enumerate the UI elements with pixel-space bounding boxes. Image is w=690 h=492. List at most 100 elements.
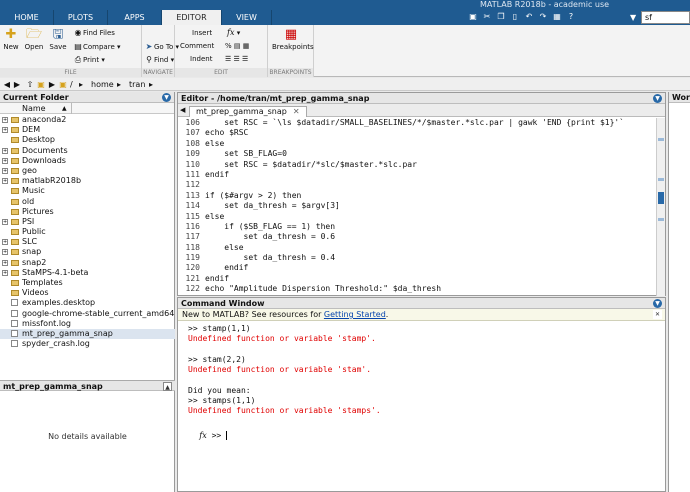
code-line[interactable]: 115 else — [178, 212, 656, 222]
editor-scrollbar[interactable] — [656, 118, 665, 296]
code-line[interactable]: 111 endif — [178, 170, 656, 180]
line-number[interactable]: 117 — [178, 232, 200, 242]
cut-icon[interactable]: ✂ — [482, 12, 492, 22]
close-tab-icon[interactable]: ✕ — [293, 107, 300, 116]
tab-home[interactable]: HOME — [0, 10, 54, 25]
line-number[interactable]: 114 — [178, 201, 200, 211]
file-list-item[interactable]: Templates — [0, 278, 175, 288]
breadcrumb-root[interactable]: / — [70, 78, 73, 91]
file-list-item[interactable]: + StaMPS-4.1-beta — [0, 268, 175, 278]
line-number[interactable]: 115 — [178, 212, 200, 222]
tab-scroll-left-icon[interactable]: ◀ — [180, 106, 185, 114]
expand-icon[interactable]: + — [2, 178, 8, 185]
help-icon[interactable]: ? — [566, 12, 576, 22]
code-line[interactable]: 113 if ($#argv > 2) then — [178, 191, 656, 201]
root-folder-icon[interactable]: ▶ — [47, 78, 57, 91]
line-number[interactable]: 107 — [178, 128, 200, 138]
code-line[interactable]: 114 set da_thresh = $argv[3] — [178, 201, 656, 211]
file-list-item[interactable]: missfont.log — [0, 319, 175, 329]
fx-icon[interactable]: fx — [199, 431, 206, 440]
up-folder-icon[interactable]: ⇧ — [25, 78, 35, 91]
forward-icon[interactable]: ▶ — [12, 78, 22, 91]
expand-icon[interactable]: + — [2, 269, 8, 276]
insert-button[interactable]: Insert — [192, 27, 212, 39]
scroll-thumb[interactable] — [658, 192, 664, 204]
indent-icons[interactable]: ☰ ☰ ☰ — [225, 53, 248, 65]
compare-button[interactable]: ▤Compare ▾ — [73, 41, 120, 53]
find-files-button[interactable]: ◉ Find Files — [73, 27, 115, 39]
expand-icon[interactable]: + — [2, 157, 8, 164]
line-number[interactable]: 123 — [178, 295, 200, 296]
code-line[interactable]: 110 set RSC = $datadir/*slc/$master.*slc… — [178, 160, 656, 170]
redo-icon[interactable]: ↷ — [538, 12, 548, 22]
line-number[interactable]: 119 — [178, 253, 200, 263]
editor-menu-icon[interactable]: ▼ — [653, 94, 662, 103]
expand-icon[interactable]: + — [2, 147, 8, 154]
line-number[interactable]: 110 — [178, 160, 200, 170]
line-number[interactable]: 121 — [178, 274, 200, 284]
save-icon[interactable]: ▣ — [468, 12, 478, 22]
breadcrumb-user[interactable]: tran — [129, 78, 145, 91]
file-list-item[interactable]: + anaconda2 — [0, 115, 175, 125]
file-list-item[interactable]: + SLC — [0, 237, 175, 247]
code-line[interactable]: 120 endif — [178, 263, 656, 273]
editor-tab-mt-prep-gamma-snap[interactable]: mt_prep_gamma_snap ✕ — [189, 106, 307, 117]
file-list-item[interactable]: old — [0, 197, 175, 207]
save-button[interactable]: 🖫 Save — [47, 27, 69, 51]
expand-icon[interactable]: + — [2, 259, 8, 266]
code-line[interactable]: 123 echo "Processing" $prg "patch(es) in … — [178, 295, 656, 296]
code-line[interactable]: 121 endif — [178, 274, 656, 284]
line-number[interactable]: 111 — [178, 170, 200, 180]
line-number[interactable]: 122 — [178, 284, 200, 294]
line-number[interactable]: 112 — [178, 180, 200, 190]
command-window-menu-icon[interactable]: ▼ — [653, 299, 662, 308]
insert-function-button[interactable]: fx ▾ — [227, 27, 240, 39]
breadcrumb-home[interactable]: home — [91, 78, 114, 91]
expand-icon[interactable]: + — [2, 239, 8, 246]
file-list-item[interactable]: + PSI — [0, 217, 175, 227]
back-icon[interactable]: ◀ — [2, 78, 12, 91]
go-to-button[interactable]: ➤ Go To ▾ — [144, 41, 179, 53]
tab-apps[interactable]: APPS — [108, 10, 162, 25]
file-list-item[interactable]: Pictures — [0, 207, 175, 217]
code-line[interactable]: 122 echo "Amplitude Dispersion Threshold:… — [178, 284, 656, 294]
search-documentation-input[interactable]: sf — [641, 11, 690, 24]
file-list-item[interactable]: Public — [0, 227, 175, 237]
undo-icon[interactable]: ↶ — [524, 12, 534, 22]
file-list-item[interactable]: Music — [0, 186, 175, 196]
code-line[interactable]: 116 if ($SB_FLAG == 1) then — [178, 222, 656, 232]
line-number[interactable]: 109 — [178, 149, 200, 159]
copy-icon[interactable]: ❐ — [496, 12, 506, 22]
filter-icon[interactable]: ▼ — [630, 13, 639, 22]
tab-view[interactable]: VIEW — [222, 10, 272, 25]
expand-icon[interactable]: + — [2, 167, 8, 174]
new-button[interactable]: ✚ New — [0, 27, 22, 51]
expand-icon[interactable]: + — [2, 249, 8, 256]
expand-icon[interactable]: + — [2, 117, 8, 123]
code-line[interactable]: 119 set da_thresh = 0.4 — [178, 253, 656, 263]
expand-icon[interactable]: + — [2, 127, 8, 134]
code-line[interactable]: 118 else — [178, 243, 656, 253]
tab-plots[interactable]: PLOTS — [54, 10, 108, 25]
line-number[interactable]: 113 — [178, 191, 200, 201]
comment-icons[interactable]: % ▤ ▦ — [225, 40, 249, 52]
paste-icon[interactable]: ▯ — [510, 12, 520, 22]
close-notification-icon[interactable]: ✕ — [653, 310, 662, 319]
name-column-header[interactable]: Name ▲ — [0, 103, 174, 114]
switch-windows-icon[interactable]: ▦ — [552, 12, 562, 22]
file-list-item[interactable]: + snap — [0, 247, 175, 257]
open-button[interactable]: 🗁 Open — [23, 27, 45, 51]
file-list-item[interactable]: google-chrome-stable_current_amd64.... — [0, 309, 175, 319]
file-list-item[interactable]: Videos — [0, 288, 175, 298]
code-line[interactable]: 109 set SB_FLAG=0 — [178, 149, 656, 159]
code-line[interactable]: 106 set RSC = `\ls $datadir/SMALL_BASELI… — [178, 118, 656, 128]
find-button[interactable]: ⚲ Find ▾ — [144, 54, 174, 66]
print-button[interactable]: ⎙ Print ▾ — [73, 54, 105, 66]
line-number[interactable]: 116 — [178, 222, 200, 232]
file-list-item[interactable]: + snap2 — [0, 258, 175, 268]
code-line[interactable]: 117 set da_thresh = 0.6 — [178, 232, 656, 242]
code-area[interactable]: 106 set RSC = `\ls $datadir/SMALL_BASELI… — [178, 118, 656, 296]
file-list-item[interactable]: examples.desktop — [0, 298, 175, 308]
tab-editor[interactable]: EDITOR — [162, 10, 222, 25]
file-list-item[interactable]: + Documents — [0, 146, 175, 156]
